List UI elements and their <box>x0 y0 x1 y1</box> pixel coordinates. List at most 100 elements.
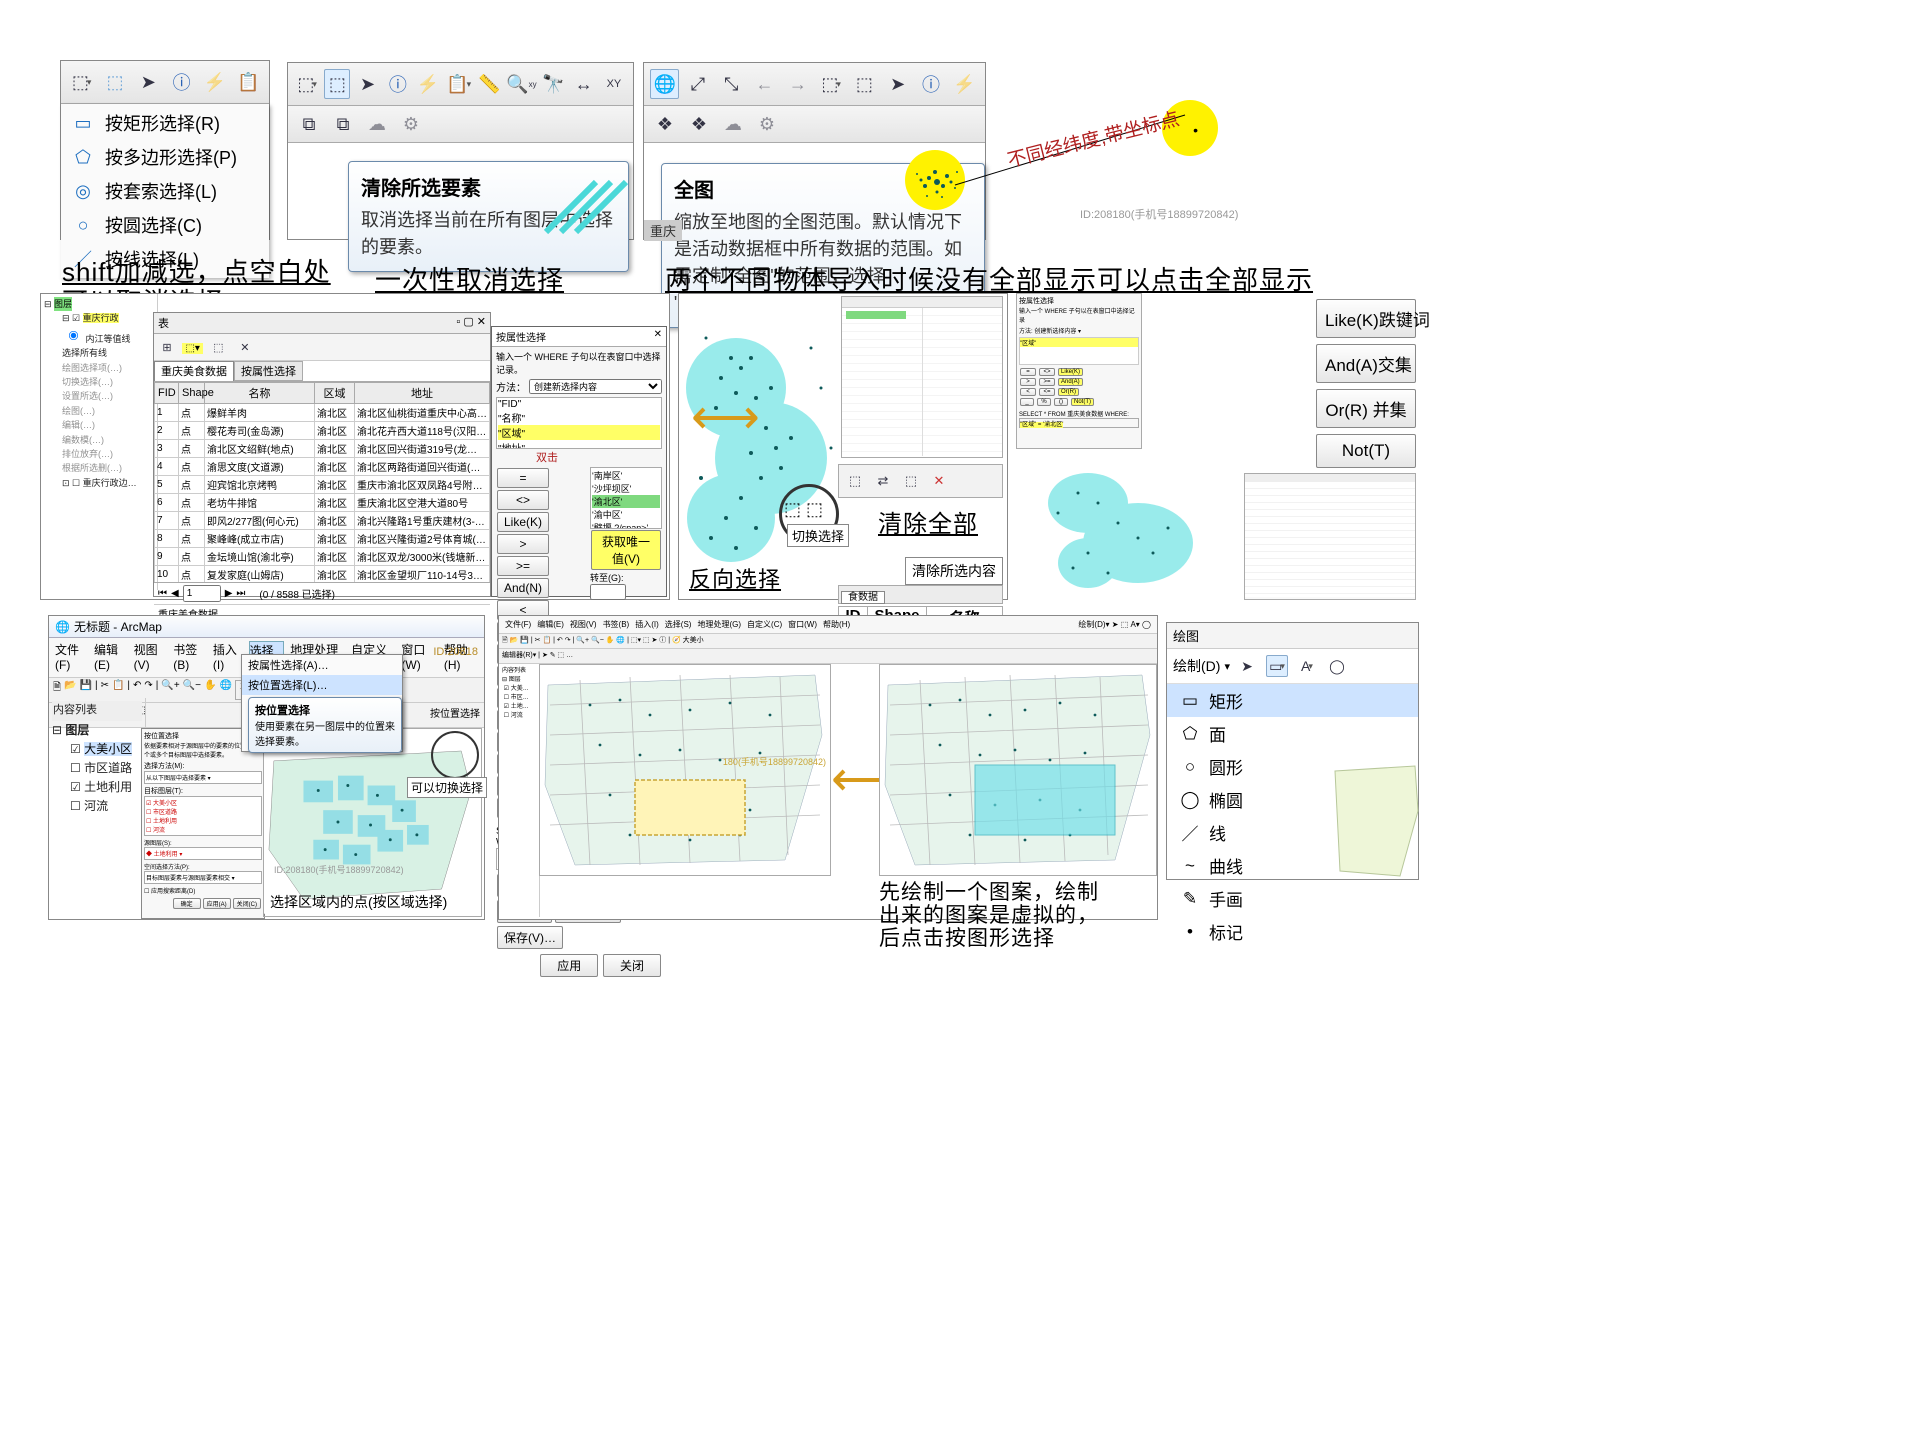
submenu-attr[interactable]: 按属性选择(A)… <box>242 655 402 675</box>
btn-not[interactable]: Not(T) <box>1316 434 1416 468</box>
arrow-icon[interactable]: ↔ <box>571 69 597 99</box>
toolbar-p2: ⬚▾ ⬚ ➤ ⓘ ⚡ 📋▾ 📏 🔍xy 🔭 ↔ XY <box>288 63 633 106</box>
tab-attrsel[interactable]: 按属性选择 <box>234 361 303 381</box>
clear-sel-label: 清除所选内容 <box>905 557 1003 585</box>
tb-icon[interactable]: ✕ <box>236 338 254 356</box>
attribute-table[interactable]: FIDShape名称区域地址 1点爆鲜羊肉渝北区渝北区仙桃街道重庆中心高美华4号… <box>154 382 490 582</box>
btn-or[interactable]: Or(R) 并集 <box>1316 389 1416 428</box>
panel-draw-dropdown: 绘图 绘制(D)▾ ➤ ▭▾ A▾ ◯ ▭矩形 ⬠面 ○圆形 ◯椭圆 ／线 ~曲… <box>1166 622 1419 880</box>
pointer-icon[interactable]: ➤ <box>883 69 912 99</box>
tab-data[interactable]: 重庆美食数据 <box>154 361 234 381</box>
op-gt[interactable]: > <box>497 534 549 554</box>
goto-input[interactable] <box>590 584 626 600</box>
select-icon[interactable]: ⬚▾ <box>816 69 845 99</box>
op-ge[interactable]: >= <box>497 556 549 576</box>
nav-last[interactable]: ⏭ <box>236 588 245 599</box>
menu-view[interactable]: 视图(V) <box>134 641 168 674</box>
layer-icon[interactable]: ❖ <box>650 109 680 139</box>
clear-icon[interactable]: ⬚ <box>850 69 879 99</box>
nav-first[interactable]: ⏮ <box>158 588 167 599</box>
stack-icon[interactable]: ⧉ <box>294 109 324 139</box>
collapse-icon[interactable]: ⤡ <box>717 69 746 99</box>
btn-close[interactable]: 关闭 <box>603 954 661 977</box>
food-data-strip: 食数据 <box>838 585 1003 604</box>
menu-item-lasso[interactable]: ◎按套索选择(L) <box>63 174 267 208</box>
fwd-icon[interactable]: → <box>783 69 812 99</box>
layer2-icon[interactable]: ❖ <box>684 109 714 139</box>
record-input[interactable] <box>183 585 221 602</box>
menu-bookmark[interactable]: 书签(B) <box>173 641 207 674</box>
radio[interactable] <box>69 331 78 340</box>
globe-icon[interactable]: 🌐 <box>650 69 679 99</box>
query-close-icon[interactable]: ✕ <box>654 329 662 344</box>
op-like[interactable]: Like(K) <box>497 512 549 532</box>
draw-item-freehand[interactable]: ✎手画 <box>1167 882 1418 915</box>
clear-icon[interactable]: ⬚ <box>100 67 129 97</box>
table-winbuttons[interactable]: ▫ ▢ ✕ <box>456 315 486 331</box>
toc[interactable]: 内容列表 ⊟ 图层 ☑ 大美小区 ☐ 市区道路 ☑ 土地利用 ☐ 河流 <box>49 698 146 919</box>
nav-next[interactable]: ▶ <box>225 588 233 599</box>
unique-list[interactable]: '南岸区' '沙坪坝区' '渝北区' '渝中区' '璧堰 ?/span>' <s… <box>590 467 662 529</box>
menu-item-rect[interactable]: ▭按矩形选择(R) <box>63 106 267 140</box>
back-icon[interactable]: ← <box>750 69 779 99</box>
query-dialog: 按属性选择 ✕ 输入一个 WHERE 子句以在表窗口中选择记录。 方法： 创建新… <box>491 326 667 597</box>
select-icon[interactable]: ⬚▾ <box>67 67 96 97</box>
submenu-loc[interactable]: 按位置选择(L)… <box>242 675 402 695</box>
draw-item-marker[interactable]: •标记 <box>1167 915 1418 948</box>
rev-sel-label: 反向选择 <box>689 562 781 594</box>
form-icon[interactable]: 📋▾ <box>445 69 472 99</box>
binoculars-icon[interactable]: 🔭 <box>540 69 566 99</box>
menu-file[interactable]: 文件(F) <box>55 641 88 674</box>
form-icon[interactable]: 📋 <box>234 67 263 97</box>
toolbar-p2b: ⧉ ⧉ ☁ ⚙ <box>288 106 633 143</box>
menu-item-poly[interactable]: ⬠按多边形选择(P) <box>63 140 267 174</box>
menu-item-circle[interactable]: ○按圆选择(C) <box>63 208 267 242</box>
globe-icon: 🌐 <box>55 620 70 634</box>
rect-icon[interactable]: ▭▾ <box>1266 655 1288 677</box>
clear-selection-icon[interactable]: ⬚ <box>324 69 350 99</box>
op-switch-icon[interactable]: ⇄ <box>872 470 894 492</box>
stack2-icon[interactable]: ⧉ <box>328 109 358 139</box>
op-clear-icon[interactable]: ⬚ <box>900 470 922 492</box>
op-delete-icon[interactable]: ✕ <box>928 470 950 492</box>
tb-icon[interactable]: ⬚ <box>209 338 227 356</box>
watermark-2: ID:208180(手机号18899720842) <box>274 863 404 876</box>
btn-apply[interactable]: 应用 <box>540 954 598 977</box>
method-select[interactable]: 创建新选择内容 <box>529 379 662 394</box>
select-icon[interactable]: ⬚▾ <box>294 69 320 99</box>
text-icon[interactable]: A▾ <box>1296 655 1318 677</box>
pointer-icon[interactable]: ➤ <box>354 69 380 99</box>
op-icon[interactable]: ⬚ <box>844 470 866 492</box>
find-icon[interactable]: 🔍xy <box>506 69 536 99</box>
draw-item-poly[interactable]: ⬠面 <box>1167 717 1418 750</box>
panel-cluster-ops: ⟷ ⬚ ⬚ 切换选择 反向选择 ⬚ ⇄ ⬚ ✕ 清除全部 清除所选内容 食数据 … <box>678 293 1008 600</box>
unique-btn[interactable]: 获取唯一值(V) <box>591 530 661 570</box>
circle-icon[interactable]: ◯ <box>1326 655 1348 677</box>
draw-item-rect[interactable]: ▭矩形 <box>1167 684 1418 717</box>
btn-save[interactable]: 保存(V)… <box>497 926 563 949</box>
op-ne[interactable]: <> <box>497 490 549 510</box>
ruler-icon[interactable]: 📏 <box>476 69 502 99</box>
pointer-icon[interactable]: ➤ <box>134 67 163 97</box>
menu-edit[interactable]: 编辑(E) <box>94 641 128 674</box>
map-canvas-1[interactable]: 可以切换选择 选择区域内的点(按区域选择) ID:208180(手机号18899… <box>263 728 482 917</box>
btn-and[interactable]: And(A)交集 <box>1316 344 1416 383</box>
tb-icon[interactable]: ⊞ <box>158 338 176 356</box>
arrow-bidir-icon: ⟷ <box>691 394 760 442</box>
expand-icon[interactable]: ⤢ <box>683 69 712 99</box>
menu-insert[interactable]: 插入(I) <box>213 641 243 674</box>
info-icon[interactable]: ⓘ <box>385 69 411 99</box>
circle-highlight2 <box>431 731 479 779</box>
op-eq[interactable]: = <box>497 468 549 488</box>
btn-like[interactable]: Like(K)跌键词 <box>1316 299 1416 338</box>
xy-icon[interactable]: XY <box>601 69 627 99</box>
op-and[interactable]: And(N) <box>497 578 549 598</box>
map-draw-1[interactable]: 180(手机号18899720842) <box>539 664 831 876</box>
tb-sel-icon[interactable]: ⬚▾ <box>182 343 202 354</box>
info-icon[interactable]: ⓘ <box>916 69 945 99</box>
field-list[interactable]: "FID" "名称" "区域" "地址" "评论数量" <box>496 397 662 449</box>
map-draw-2[interactable] <box>879 664 1157 876</box>
pointer-icon[interactable]: ➤ <box>1236 655 1258 677</box>
nav-prev[interactable]: ◀ <box>171 588 179 599</box>
info-icon[interactable]: ⓘ <box>167 67 196 97</box>
